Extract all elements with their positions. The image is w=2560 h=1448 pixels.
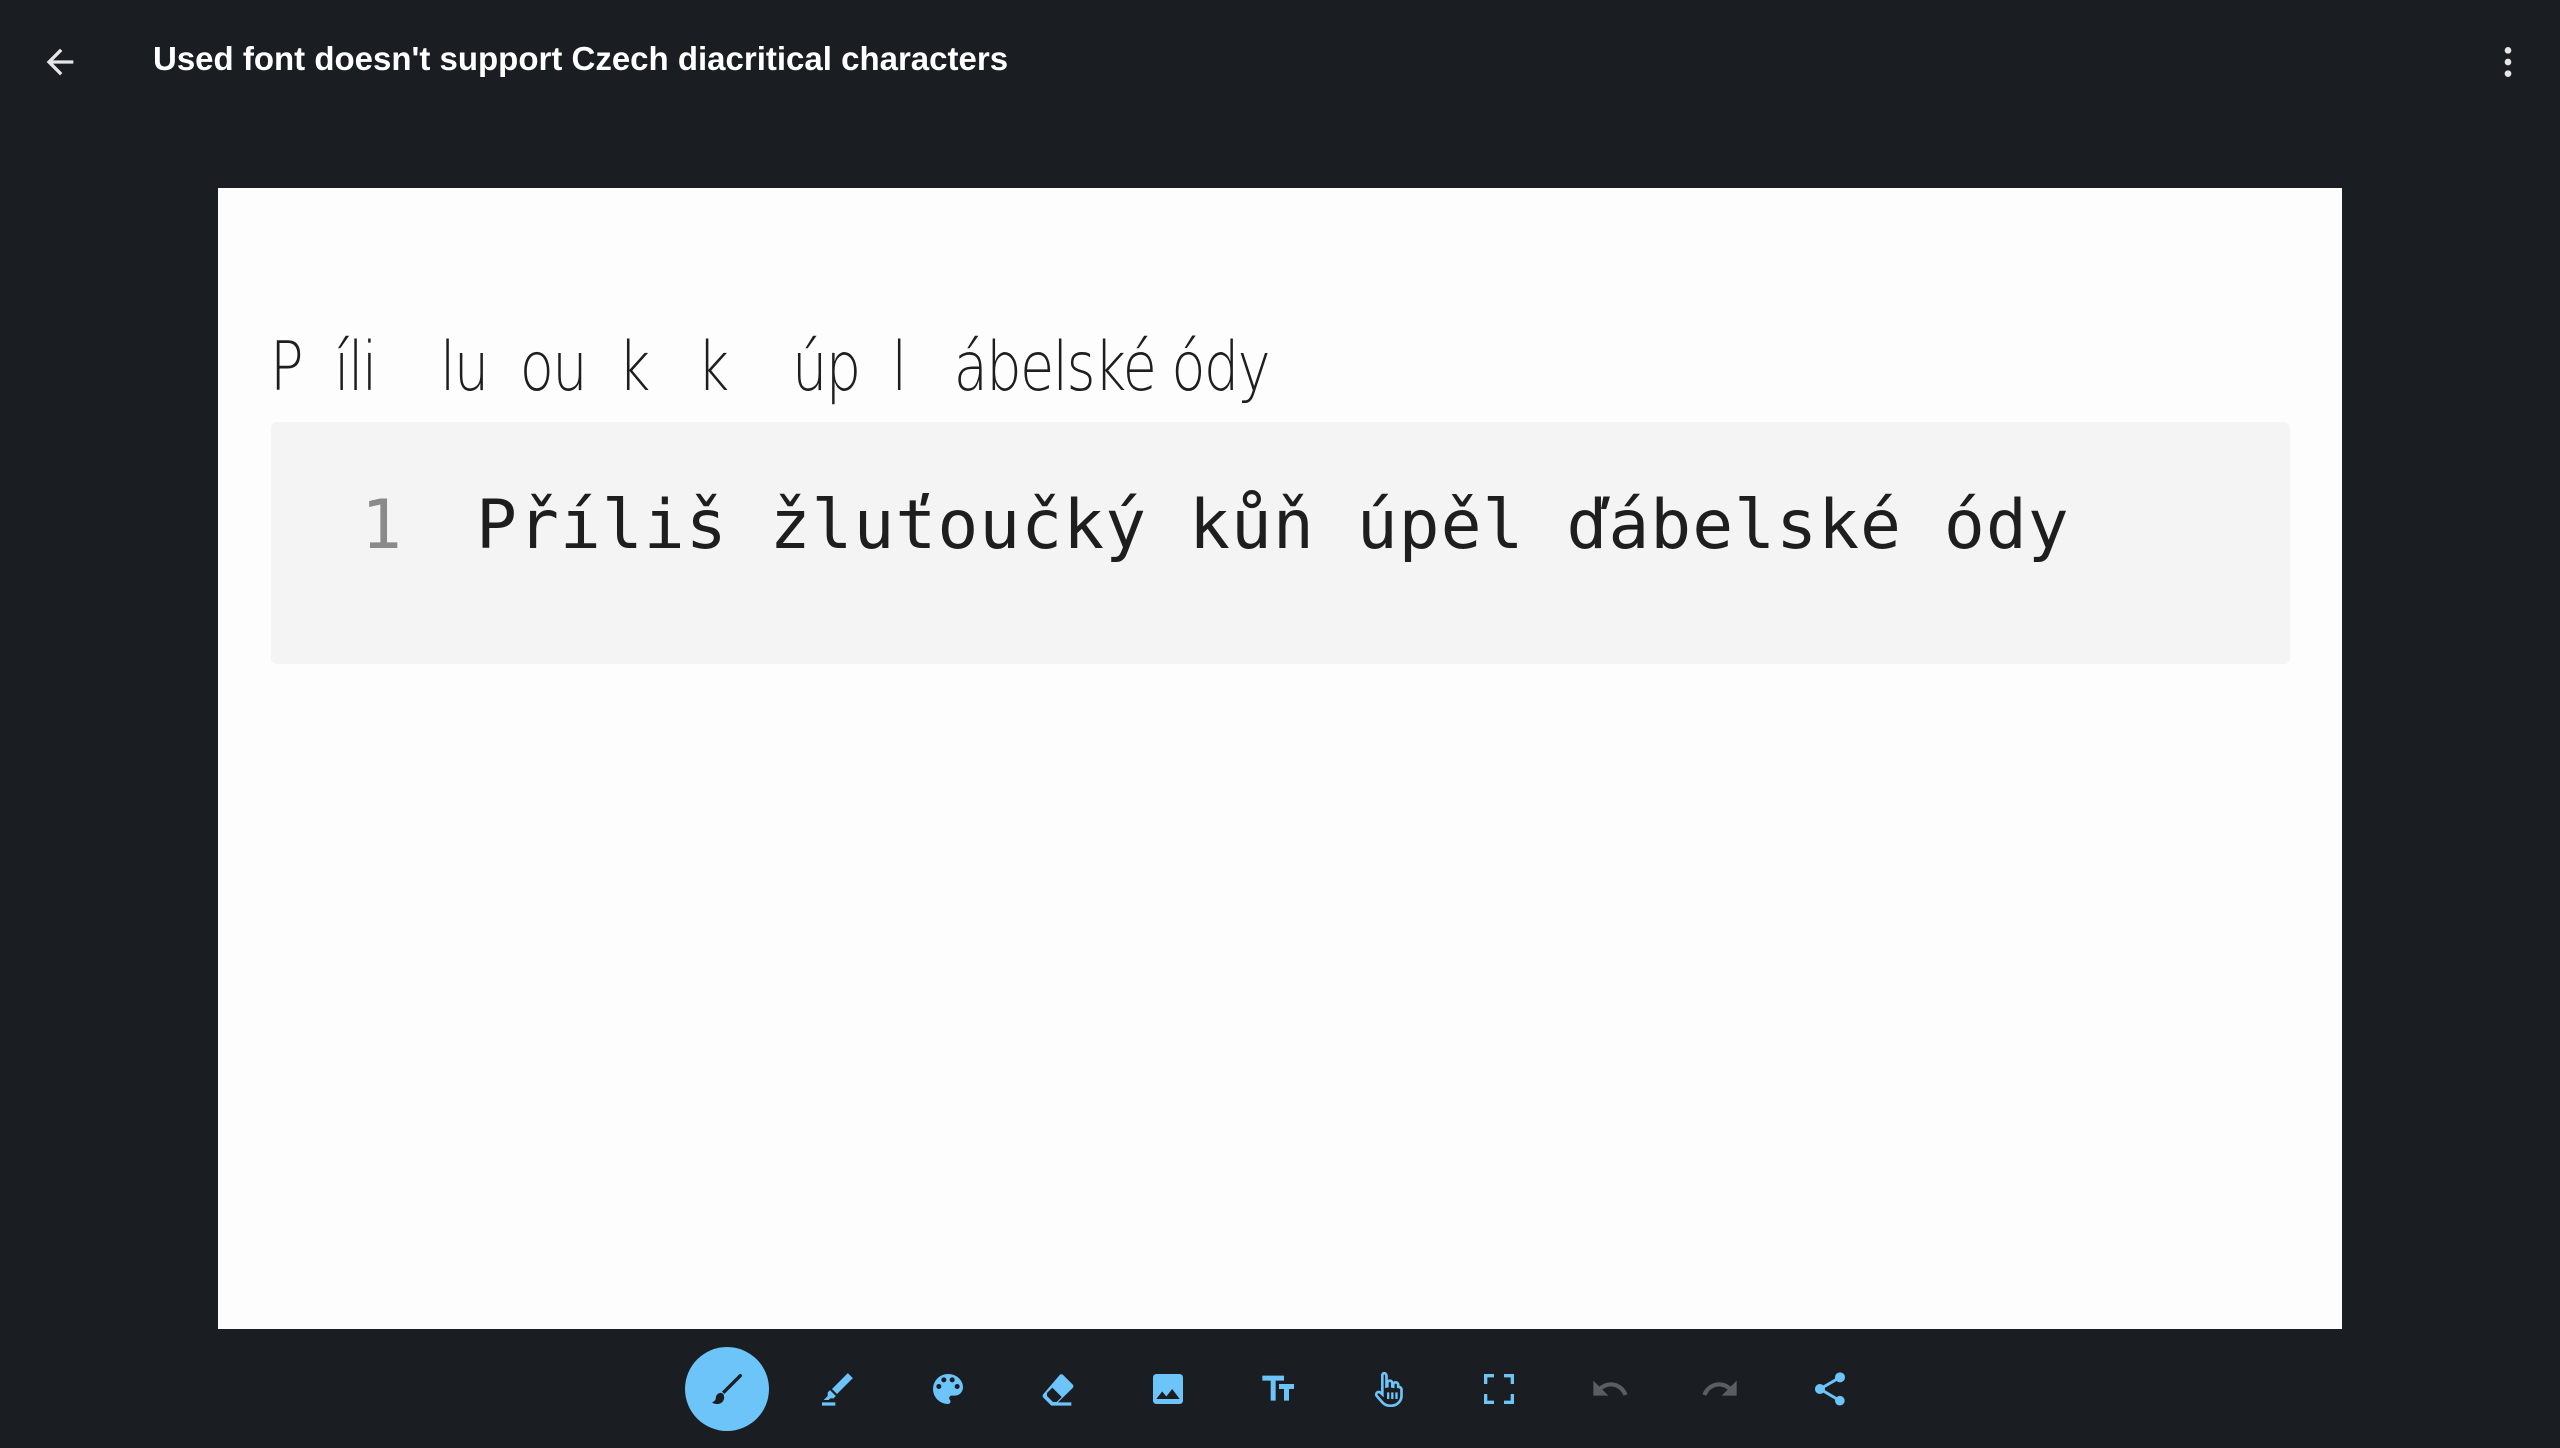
undo-button[interactable] <box>1568 1347 1652 1431</box>
hand-tool-button[interactable] <box>1347 1347 1431 1431</box>
undo-icon <box>1593 1380 1628 1396</box>
text-tool-button[interactable] <box>1237 1347 1321 1431</box>
back-button[interactable] <box>28 30 92 94</box>
highlighter-icon <box>822 1373 853 1406</box>
line-number: 1 <box>361 486 402 565</box>
drawing-canvas[interactable]: P íli lu ou k k úp l ábelské ódy 1 Příli… <box>218 188 2342 1329</box>
pen-tool-button[interactable] <box>685 1347 769 1431</box>
share-button[interactable] <box>1788 1347 1872 1431</box>
redo-button[interactable] <box>1678 1347 1762 1431</box>
bottom-toolbar <box>0 1329 2560 1448</box>
app-window: Used font doesn't support Czech diacriti… <box>0 0 2560 1448</box>
fullscreen-button[interactable] <box>1457 1347 1541 1431</box>
redo-icon <box>1702 1380 1737 1396</box>
code-block: 1 Příliš žluťoučký kůň úpěl ďábelské ódy <box>271 422 2290 664</box>
palette-tool-button[interactable] <box>906 1347 990 1431</box>
text-size-icon <box>1262 1375 1294 1401</box>
more-options-button[interactable] <box>2476 30 2540 94</box>
image-tool-button[interactable] <box>1126 1347 1210 1431</box>
more-vert-icon <box>2504 47 2512 77</box>
pen-icon <box>712 1374 742 1404</box>
page-title: Used font doesn't support Czech diacriti… <box>153 40 1009 77</box>
top-bar: Used font doesn't support Czech diacriti… <box>0 0 2560 124</box>
eraser-icon <box>1042 1374 1074 1406</box>
code-line: Příliš žluťoučký kůň úpěl ďábelské ódy <box>476 486 2070 565</box>
eraser-tool-button[interactable] <box>1016 1347 1100 1431</box>
highlighter-tool-button[interactable] <box>795 1347 879 1431</box>
hand-pointer-icon <box>1374 1371 1403 1407</box>
share-icon <box>1814 1372 1845 1406</box>
arrow-left-icon <box>46 48 74 76</box>
image-icon <box>1153 1374 1183 1404</box>
fullscreen-icon <box>1484 1374 1514 1404</box>
palette-icon <box>933 1374 963 1404</box>
handwritten-text: P íli lu ou k k úp l ábelské ódy <box>270 328 1271 407</box>
